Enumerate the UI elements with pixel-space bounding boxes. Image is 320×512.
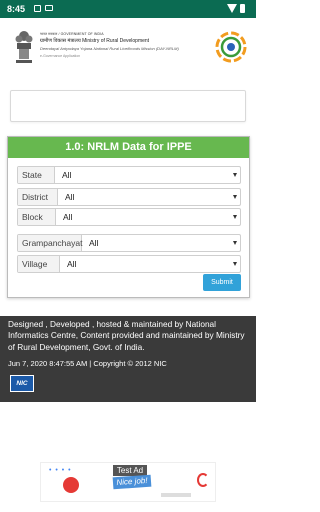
- district-select[interactable]: District All: [17, 188, 241, 206]
- footer: Designed , Developed , hosted & maintain…: [0, 316, 256, 402]
- app-screen: 8:45 भारत सरकार / GOVERNMENT OF INDIA ग्…: [0, 0, 256, 512]
- chevron-down-icon: [233, 173, 237, 177]
- wifi-icon: [227, 4, 237, 13]
- chevron-down-icon: [233, 195, 237, 199]
- nic-logo[interactable]: NIC: [10, 375, 34, 392]
- google-dots-icon: • • • •: [49, 467, 72, 474]
- grampanchayat-label: Grampanchayat: [18, 235, 82, 251]
- grampanchayat-select[interactable]: Grampanchayat All: [17, 234, 241, 252]
- submit-button[interactable]: Submit: [203, 274, 241, 291]
- ad-tagline: Nice job!: [112, 474, 152, 490]
- notification-icon: [34, 5, 41, 12]
- block-select[interactable]: Block All: [17, 208, 241, 226]
- national-emblem-icon: [15, 31, 33, 63]
- status-bar: 8:45: [0, 0, 256, 18]
- block-label: Block: [18, 209, 56, 225]
- ad-text-line: [161, 493, 191, 497]
- district-value[interactable]: All: [58, 189, 240, 205]
- panel-title: 1.0: NRLM Data for IPPE: [8, 137, 249, 158]
- nrlm-logo-icon: [215, 31, 247, 63]
- chevron-down-icon: [233, 215, 237, 219]
- state-label: State: [18, 167, 55, 183]
- chevron-down-icon: [233, 262, 237, 266]
- village-select[interactable]: Village All: [17, 255, 241, 273]
- grampanchayat-value[interactable]: All: [82, 235, 240, 251]
- monster-icon: [63, 477, 79, 493]
- ad-banner[interactable]: • • • • Test Ad Nice job!: [40, 462, 216, 502]
- notice-box: [10, 90, 246, 122]
- app-subtitle: e-Governance Application: [40, 54, 81, 58]
- district-label: District: [18, 189, 58, 205]
- mission-name: Deendayal Antyodaya Yojana-National Rura…: [40, 46, 179, 51]
- header-banner: भारत सरकार / GOVERNMENT OF INDIA ग्रामीण…: [6, 22, 250, 78]
- ministry-name: ग्रामीण विकास मंत्रालय Ministry of Rural…: [40, 38, 150, 44]
- status-time: 8:45: [7, 4, 26, 14]
- state-value[interactable]: All: [55, 167, 240, 183]
- screen-icon: [45, 5, 53, 11]
- battery-icon: [240, 4, 245, 13]
- village-value[interactable]: All: [60, 256, 240, 272]
- village-label: Village: [18, 256, 60, 272]
- footer-credits: Designed , Developed , hosted & maintain…: [8, 319, 245, 352]
- state-select[interactable]: State All: [17, 166, 241, 184]
- ad-logo-icon: [197, 473, 209, 487]
- chevron-down-icon: [233, 241, 237, 245]
- ippe-form-panel: 1.0: NRLM Data for IPPE State All Distri…: [7, 136, 250, 298]
- block-value[interactable]: All: [56, 209, 240, 225]
- footer-datetime: Jun 7, 2020 8:47:55 AM | Copyright © 201…: [8, 359, 167, 368]
- government-line: भारत सरकार / GOVERNMENT OF INDIA: [40, 32, 104, 36]
